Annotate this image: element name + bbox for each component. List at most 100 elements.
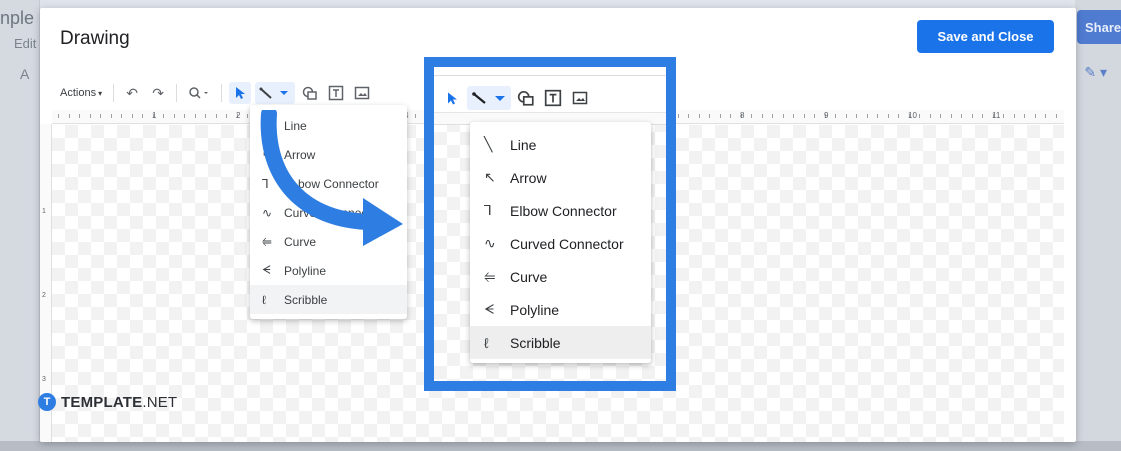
ruler-tick	[121, 114, 122, 118]
actions-menu[interactable]: Actions ▾	[54, 87, 108, 99]
line-icon: ╲	[484, 136, 493, 152]
ruler-tick	[919, 114, 920, 118]
pointer-arrow	[260, 110, 403, 246]
ruler-tick	[719, 114, 721, 118]
zoomed-toolbar	[440, 85, 595, 111]
ruler-tick	[982, 114, 983, 118]
background-bottom-strip	[0, 441, 1121, 451]
menu-item-curved-connector[interactable]: ∿ Curved Connector	[470, 227, 651, 260]
menu-item-curve[interactable]: ⥢ Curve	[470, 260, 651, 293]
ruler-number: 3	[42, 376, 46, 383]
ruler-number: 11	[992, 111, 1001, 120]
menu-item-polyline[interactable]: ᗕ Polyline	[470, 293, 651, 326]
save-and-close-button[interactable]: Save and Close	[917, 20, 1054, 53]
ruler-tick	[79, 114, 80, 118]
ruler-tick	[698, 114, 700, 118]
background-edit-menu: Edit	[14, 36, 37, 51]
logo-badge: T	[38, 393, 56, 411]
textbox-icon[interactable]	[541, 86, 565, 110]
menu-item-label: Curve	[510, 268, 548, 285]
ruler-tick	[247, 114, 248, 118]
ruler-tick	[100, 114, 101, 118]
line-tool-button[interactable]	[255, 82, 296, 104]
scribble-icon: ℓ	[484, 334, 489, 351]
divider	[434, 75, 666, 76]
ruler-tick	[782, 114, 784, 118]
undo-icon[interactable]: ↶	[121, 82, 143, 104]
ruler-tick	[856, 114, 857, 118]
ruler-number: 1	[42, 208, 46, 215]
zoomed-toolbar-area	[434, 67, 666, 113]
drawing-toolbar: Actions ▾ ↶ ↷	[54, 78, 414, 108]
background-format-icon: A	[20, 66, 30, 82]
scribble-icon: ℓ	[262, 292, 266, 307]
ruler-number: 1	[152, 111, 157, 120]
logo-suffix: .NET	[142, 393, 178, 411]
shape-icon[interactable]	[514, 86, 538, 110]
select-icon[interactable]	[440, 86, 464, 110]
ruler-tick	[142, 114, 143, 118]
ruler-tick	[814, 114, 815, 118]
ruler-tick	[163, 114, 164, 118]
image-icon[interactable]	[351, 82, 373, 104]
background-pen-icon: ✎ ▾	[1084, 64, 1107, 80]
ruler-tick	[58, 114, 59, 118]
curved-connector-icon: ∿	[484, 235, 496, 251]
menu-item-line[interactable]: ╲ Line	[470, 128, 651, 161]
ruler-tick	[1024, 114, 1025, 118]
menu-item-label: Elbow Connector	[510, 202, 617, 219]
dialog-title: Drawing	[60, 28, 130, 49]
ruler-tick	[845, 114, 847, 118]
ruler-tick	[1034, 114, 1036, 118]
ruler-tick	[866, 114, 868, 118]
ruler-tick	[194, 114, 196, 118]
polyline-icon: ᗕ	[262, 263, 271, 277]
ruler-number: 10	[908, 111, 917, 120]
ruler-tick	[89, 114, 91, 118]
template-net-logo: T TEMPLATE.NET	[38, 393, 177, 411]
textbox-icon[interactable]	[325, 82, 347, 104]
ruler-tick	[226, 114, 227, 118]
menu-item-label: Curved Connector	[510, 235, 624, 252]
ruler-tick	[68, 114, 70, 118]
ruler-tick	[971, 114, 973, 118]
image-icon[interactable]	[568, 86, 592, 110]
ruler-tick	[950, 114, 952, 118]
zoom-icon[interactable]	[184, 82, 214, 104]
line-tool-button[interactable]	[467, 86, 511, 110]
redo-icon[interactable]: ↷	[147, 82, 169, 104]
ruler-tick	[205, 114, 206, 118]
background-doc-title: nple	[0, 8, 35, 28]
ruler-tick	[1055, 114, 1057, 118]
ruler-tick	[730, 114, 731, 118]
menu-item-arrow[interactable]: ↖ Arrow	[470, 161, 651, 194]
ruler-tick	[887, 114, 889, 118]
elbow-connector-icon: ⅂	[484, 202, 492, 218]
polyline-icon: ᗕ	[484, 301, 495, 317]
ruler-tick	[929, 114, 931, 118]
zoomed-callout: ╲ Line ↖ Arrow ⅂ Elbow Connector ∿ Curved Conne…	[424, 57, 676, 391]
select-icon[interactable]	[229, 82, 252, 104]
ruler-tick	[793, 114, 794, 118]
menu-item-elbow-connector[interactable]: ⅂ Elbow Connector	[470, 194, 651, 227]
menu-item-label: Scribble	[284, 292, 328, 307]
ruler-tick	[131, 114, 133, 118]
menu-item-scribble[interactable]: ℓ Scribble	[250, 285, 407, 314]
ruler-tick	[751, 114, 752, 118]
toolbar-divider	[113, 84, 115, 102]
shape-icon[interactable]	[299, 82, 321, 104]
menu-item-polyline[interactable]: ᗕ Polyline	[250, 256, 407, 285]
ruler-tick	[761, 114, 763, 118]
ruler-tick	[709, 114, 710, 118]
menu-item-label: Arrow	[510, 169, 547, 186]
ruler-number: 9	[824, 111, 829, 120]
logo-brand: TEMPLATE	[61, 393, 143, 411]
curve-icon: ⥢	[484, 268, 496, 284]
menu-item-scribble[interactable]: ℓ Scribble	[470, 326, 651, 359]
toolbar-divider	[221, 84, 223, 102]
ruler-tick	[772, 114, 773, 118]
menu-item-label: Polyline	[284, 263, 327, 278]
ruler-tick	[877, 114, 878, 118]
ruler-tick	[677, 114, 679, 118]
ruler-tick	[803, 114, 805, 118]
